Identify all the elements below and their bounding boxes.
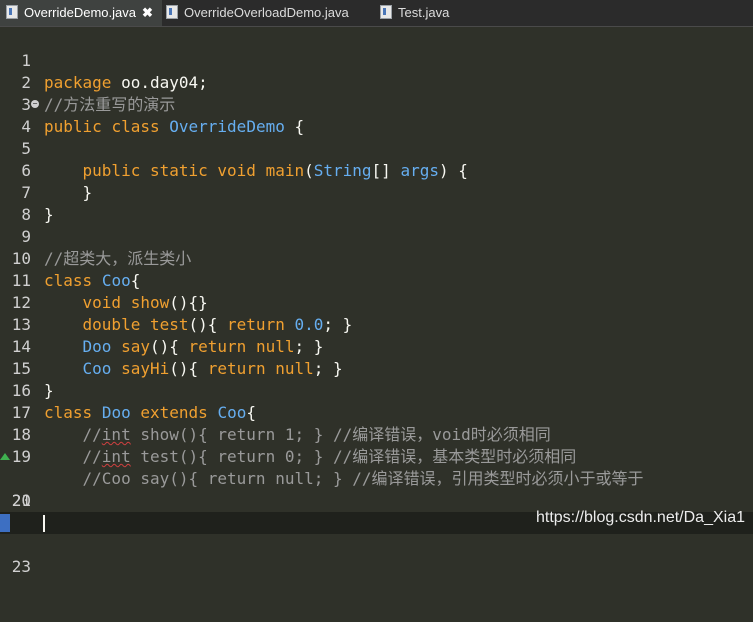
java-file-icon — [166, 5, 178, 19]
code-line: 5 — [0, 116, 753, 158]
tab-override-overload-demo[interactable]: OverrideOverloadDemo.java — [166, 0, 349, 26]
code-line: 4 − public static void main(String[] arg… — [0, 94, 753, 181]
code-line: 20 Doo sayHi(){ return null; } — [0, 446, 753, 532]
code-line: 18 //int test(){ return 0; } //编译错误，基本类型… — [0, 402, 753, 466]
code-line: 10 class Coo{ — [0, 226, 753, 290]
line-number: 23 — [11, 557, 31, 576]
java-file-icon — [6, 5, 18, 19]
tab-test[interactable]: Test.java — [380, 0, 449, 26]
tab-override-demo[interactable]: OverrideDemo.java ✖ — [0, 0, 162, 26]
code-line: 19 //Coo say(){ return null; } //编译错误，引用… — [0, 424, 753, 488]
close-icon[interactable]: ✖ — [142, 5, 153, 20]
editor-tab-bar: OverrideDemo.java ✖ OverrideOverloadDemo.… — [0, 0, 753, 27]
code-line: 12 double test(){ return 0.0; } — [0, 270, 753, 334]
code-line: 16 class Doo extends Coo{ — [0, 358, 753, 422]
code-line: 14 Coo sayHi(){ return null; } — [0, 314, 753, 378]
bookmark-icon — [0, 514, 10, 532]
java-file-icon — [380, 5, 392, 19]
code-line: 21 } — [0, 468, 753, 532]
override-triangle-icon[interactable] — [0, 453, 10, 460]
code-line: 8 — [0, 182, 753, 224]
tab-label: Test.java — [398, 5, 450, 20]
code-line: 9 //超类大，派生类小 — [0, 204, 753, 268]
code-line: 11 void show(){} — [0, 248, 753, 312]
code-line: 7 } — [0, 160, 753, 224]
code-line: 6 } — [0, 138, 753, 202]
code-line: 13 Doo say(){ return null; } — [0, 292, 753, 356]
code-editor[interactable]: 1 package oo.day04; 2 //方法重写的演示 3 public… — [0, 27, 753, 576]
tab-label: OverrideOverloadDemo.java — [184, 5, 349, 20]
text-cursor — [43, 515, 45, 532]
tab-label: OverrideDemo.java — [24, 5, 136, 20]
code-line: 1 package oo.day04; — [0, 28, 753, 92]
collapse-icon[interactable]: − — [31, 100, 39, 108]
code-line: 3 public class OverrideDemo { — [0, 72, 753, 136]
watermark: https://blog.csdn.net/Da_Xia1 — [535, 509, 745, 526]
code-line: 17 //int show(){ return 1; } //编译错误，void… — [0, 380, 753, 444]
code-line: 15 } — [0, 336, 753, 400]
code-line: 2 //方法重写的演示 — [0, 50, 753, 114]
